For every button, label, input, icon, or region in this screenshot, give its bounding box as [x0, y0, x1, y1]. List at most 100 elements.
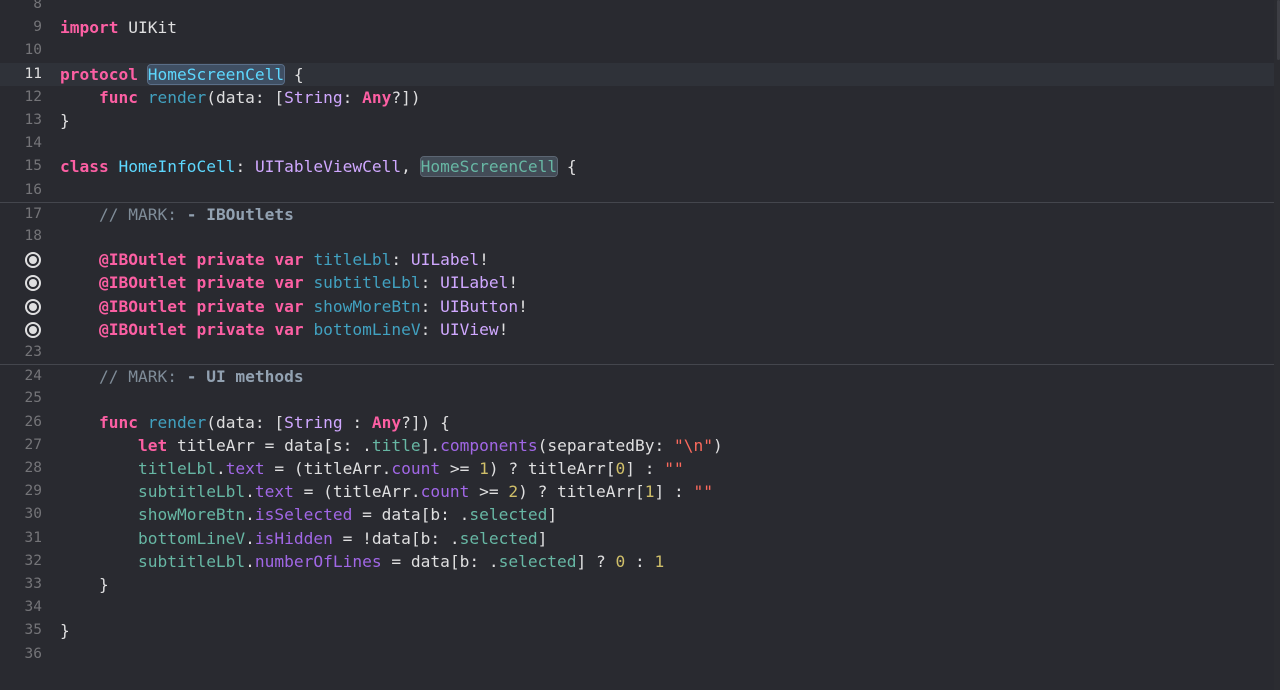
code-token: showMoreBtn: [137, 505, 246, 525]
code-token: .: [245, 551, 255, 571]
line-number[interactable]: 10: [0, 39, 42, 62]
code-line[interactable]: 31 bottomLineV.isHidden = !data[b: .sele…: [0, 527, 1280, 550]
code-text: @IBOutlet private var showMoreBtn: UIBut…: [60, 295, 528, 318]
code-token: 0: [615, 551, 626, 571]
code-line[interactable]: 24 // MARK: - UI methods: [0, 364, 1280, 387]
code-line[interactable]: @IBOutlet private var subtitleLbl: UILab…: [0, 271, 1280, 294]
line-number[interactable]: 35: [0, 619, 42, 642]
line-number[interactable]: 8: [0, 0, 42, 16]
code-token: text: [225, 459, 265, 478]
code-line[interactable]: 29 subtitleLbl.text = (titleArr.count >=…: [0, 480, 1280, 503]
line-number[interactable]: 29: [0, 480, 42, 503]
code-token: subtitleLbl: [137, 551, 246, 571]
code-token: = (titleArr.: [264, 459, 392, 478]
code-token: !: [508, 273, 519, 293]
code-line[interactable]: 11 protocol HomeScreenCell {: [0, 62, 1280, 86]
code-token: protocol: [60, 64, 138, 84]
code-token: var: [274, 319, 304, 339]
code-text: subtitleLbl.numberOfLines = data[b: .sel…: [60, 550, 664, 573]
code-token: String: [284, 87, 343, 107]
line-number[interactable]: 12: [0, 86, 42, 109]
code-token: @IBOutlet: [98, 319, 187, 339]
code-token: HomeScreenCell: [419, 156, 559, 178]
vertical-scrollbar[interactable]: [1274, 0, 1280, 690]
code-token: :: [342, 412, 372, 432]
code-line[interactable]: 30 showMoreBtn.isSelected = data[b: .sel…: [0, 503, 1280, 526]
code-line[interactable]: 33 }: [0, 573, 1280, 596]
code-line[interactable]: 8: [0, 0, 1280, 16]
code-token: ] :: [625, 459, 665, 478]
line-number[interactable]: 14: [0, 132, 42, 155]
line-number[interactable]: 31: [0, 527, 42, 550]
line-number[interactable]: 11: [0, 63, 42, 86]
line-number[interactable]: 33: [0, 573, 42, 596]
code-token: :: [420, 319, 441, 339]
line-number[interactable]: 17: [0, 203, 42, 226]
code-token: ) ? titleArr[: [488, 459, 616, 478]
code-text: // MARK: - UI methods: [60, 365, 304, 388]
code-line[interactable]: 10: [0, 39, 1280, 62]
code-token: :: [625, 551, 655, 571]
code-text: @IBOutlet private var titleLbl: UILabel!: [60, 248, 489, 271]
code-line[interactable]: 27 let titleArr = data[s: .title].compon…: [0, 434, 1280, 457]
code-line[interactable]: @IBOutlet private var showMoreBtn: UIBut…: [0, 295, 1280, 318]
line-number[interactable]: 9: [0, 16, 42, 39]
line-number[interactable]: 28: [0, 457, 42, 480]
outlet-connection-icon[interactable]: [25, 252, 41, 269]
code-token: - IBOutlets: [186, 204, 294, 224]
code-line[interactable]: 36: [0, 643, 1280, 666]
code-line[interactable]: 9 import UIKit: [0, 16, 1280, 39]
outlet-connection-icon[interactable]: [25, 298, 41, 315]
code-line[interactable]: 17 // MARK: - IBOutlets: [0, 201, 1280, 226]
code-line[interactable]: 28 titleLbl.text = (titleArr.count >= 1)…: [0, 457, 1280, 480]
code-line[interactable]: 18: [0, 225, 1280, 248]
code-editor[interactable]: 8 9 import UIKit 10 11 protocol HomeScreenCel…: [0, 0, 1280, 690]
code-token: "\n": [674, 435, 714, 455]
code-line[interactable]: 26 func render(data: [String : Any?]) {: [0, 411, 1280, 434]
code-line[interactable]: 14: [0, 132, 1280, 155]
code-line[interactable]: 34: [0, 596, 1280, 619]
code-token: import: [60, 18, 119, 38]
outlet-connection-icon[interactable]: [25, 321, 41, 338]
code-line[interactable]: 35}: [0, 619, 1280, 642]
line-number[interactable]: 30: [0, 503, 42, 526]
code-line[interactable]: 13}: [0, 109, 1280, 132]
code-line[interactable]: 15 class HomeInfoCell: UITableViewCell, H…: [0, 155, 1280, 178]
line-number[interactable]: 15: [0, 155, 42, 178]
code-token: UIButton: [440, 296, 519, 316]
line-number[interactable]: 34: [0, 596, 42, 619]
code-token: 1: [479, 459, 489, 478]
code-token: = (titleArr.: [293, 482, 421, 502]
line-number[interactable]: 24: [0, 365, 42, 388]
line-number[interactable]: 25: [0, 387, 42, 410]
line-number[interactable]: 27: [0, 434, 42, 457]
line-number[interactable]: 18: [0, 225, 42, 248]
code-token: Any: [371, 412, 402, 432]
code-line[interactable]: 32 subtitleLbl.numberOfLines = data[b: .…: [0, 550, 1280, 573]
code-line[interactable]: @IBOutlet private var titleLbl: UILabel!: [0, 248, 1280, 271]
code-line[interactable]: 23: [0, 341, 1280, 364]
outlet-connection-icon[interactable]: [25, 275, 41, 292]
code-line[interactable]: @IBOutlet private var bottomLineV: UIVie…: [0, 318, 1280, 341]
code-line[interactable]: 16: [0, 179, 1280, 202]
line-number[interactable]: 16: [0, 179, 42, 202]
code-line[interactable]: 25: [0, 387, 1280, 410]
code-text: func render(data: [String : Any?]) {: [60, 411, 450, 434]
line-number[interactable]: 36: [0, 643, 42, 666]
code-text: }: [60, 573, 109, 596]
line-number[interactable]: 32: [0, 550, 42, 573]
line-number[interactable]: 26: [0, 411, 42, 434]
code-token: HomeScreenCell: [146, 63, 286, 85]
code-line[interactable]: 12 func render(data: [String: Any?]): [0, 86, 1280, 109]
line-number[interactable]: 13: [0, 109, 42, 132]
code-token: "": [664, 459, 684, 478]
code-token: render: [147, 412, 207, 432]
line-number[interactable]: 23: [0, 341, 42, 364]
code-text: @IBOutlet private var subtitleLbl: UILab…: [60, 271, 518, 294]
